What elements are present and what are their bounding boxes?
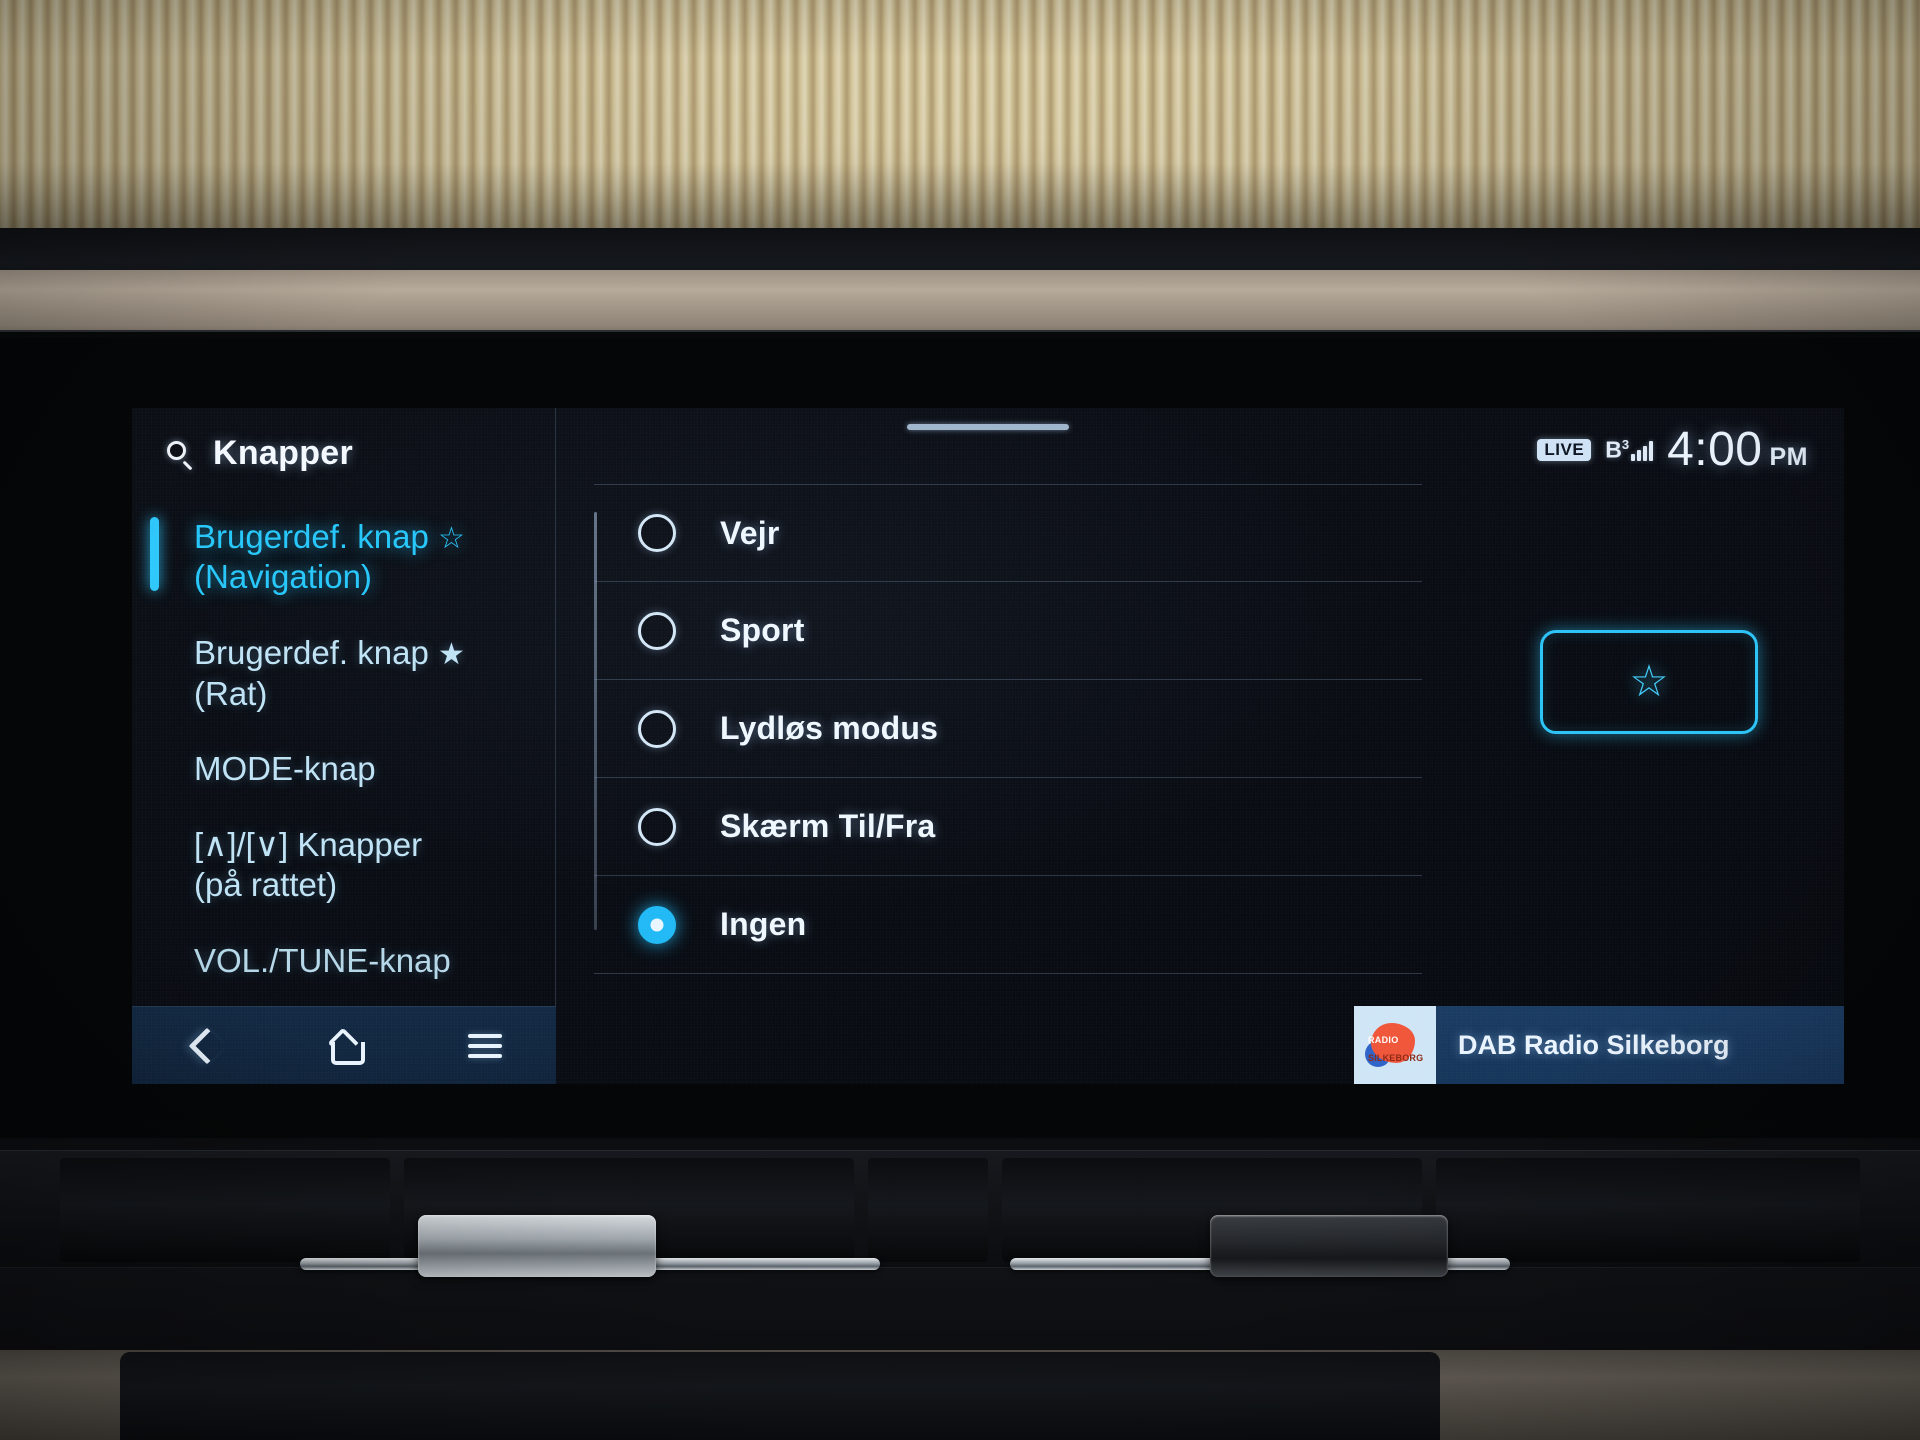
star-outline-icon: ☆ <box>438 522 465 555</box>
option-label: Lydløs modus <box>720 710 939 746</box>
now-playing-bar[interactable]: RADIO SILKEBORG DAB Radio Silkeborg <box>1354 1006 1844 1084</box>
custom-key-preview[interactable]: ☆ <box>1540 630 1758 734</box>
clock-meridiem: PM <box>1769 443 1808 471</box>
star-filled-icon: ★ <box>438 638 465 672</box>
home-button[interactable] <box>309 1018 379 1074</box>
radio-button[interactable] <box>638 514 676 552</box>
vent-control-left[interactable] <box>418 1215 656 1277</box>
sidebar-item-sublabel: (på rattet) <box>194 866 338 904</box>
left-panel: Knapper Brugerdef. knap ☆ (Navigation) B… <box>132 408 556 1084</box>
clock: 4:00 PM <box>1667 423 1808 476</box>
search-icon <box>166 440 194 470</box>
back-icon <box>188 1027 226 1064</box>
bluetooth-icon: B3 <box>1605 436 1630 463</box>
option-label: Sport <box>720 612 805 648</box>
radio-button-selected[interactable] <box>638 905 676 944</box>
station-logo-primary-text: RADIO <box>1368 1035 1399 1045</box>
radio-button[interactable] <box>638 709 676 748</box>
console-lower-inset <box>120 1352 1440 1440</box>
infotainment-screen: LIVE B3 4:00 PM Knapper Brugerdef. knap … <box>132 408 1844 1084</box>
search-row[interactable]: Knapper <box>166 434 353 473</box>
sidebar-item-label: Brugerdef. knap <box>194 634 429 672</box>
status-bar: LIVE B3 4:00 PM <box>1537 426 1808 474</box>
menu-button[interactable] <box>450 1018 520 1074</box>
radio-button[interactable] <box>638 611 676 650</box>
star-outline-icon: ☆ <box>1629 657 1669 706</box>
signal-bars-icon <box>1631 440 1654 461</box>
option-row-sport[interactable]: Sport <box>594 582 1422 680</box>
page-title: Knapper <box>213 434 354 472</box>
sidebar-menu: Brugerdef. knap ☆ (Navigation) Brugerdef… <box>132 508 555 1008</box>
live-badge: LIVE <box>1537 439 1592 461</box>
options-list: Vejr Sport Lydløs modus Skærm Til/Fra In… <box>594 484 1422 974</box>
bottom-nav-bar <box>132 1006 556 1084</box>
sidebar-item-sublabel: (Rat) <box>194 674 268 712</box>
option-label: Skærm Til/Fra <box>720 808 936 844</box>
sidebar-item-label: [∧]/[∨] Knapper <box>194 826 423 864</box>
sidebar-item-sublabel: (Navigation) <box>194 558 372 596</box>
option-label: Vejr <box>720 514 780 551</box>
option-row-vejr[interactable]: Vejr <box>594 484 1422 582</box>
sidebar-item-label: MODE-knap <box>194 750 376 788</box>
menu-icon <box>468 1033 503 1058</box>
air-vent-left <box>60 1158 390 1262</box>
station-logo-secondary-text: SILKEBORG <box>1368 1053 1424 1063</box>
option-row-lydloes-modus[interactable]: Lydløs modus <box>594 680 1422 778</box>
signal-indicator: B3 <box>1605 436 1654 463</box>
option-row-ingen[interactable]: Ingen <box>594 876 1422 974</box>
air-vent-right <box>1436 1158 1860 1262</box>
sidebar-item-brugerdef-knap-rat[interactable]: Brugerdef. knap ★ (Rat) <box>132 624 555 722</box>
radio-button[interactable] <box>638 807 676 846</box>
sidebar-item-brugerdef-knap-navigation[interactable]: Brugerdef. knap ☆ (Navigation) <box>132 508 555 606</box>
station-logo: RADIO SILKEBORG <box>1354 1006 1436 1084</box>
air-vent-center <box>868 1158 988 1262</box>
now-playing-title: DAB Radio Silkeborg <box>1458 1029 1730 1060</box>
background-wall-shadow <box>0 0 1920 232</box>
sidebar-item-mode-knap[interactable]: MODE-knap <box>132 740 555 798</box>
vent-control-right[interactable] <box>1210 1215 1448 1277</box>
home-icon <box>327 1031 365 1065</box>
dashboard-photo: LIVE B3 4:00 PM Knapper Brugerdef. knap … <box>0 0 1920 1440</box>
sidebar-item-label: VOL./TUNE-knap <box>194 942 451 980</box>
option-row-skaerm-til-fra[interactable]: Skærm Til/Fra <box>594 778 1422 876</box>
drag-handle[interactable] <box>907 424 1069 430</box>
option-label: Ingen <box>720 906 807 942</box>
back-button[interactable] <box>168 1018 238 1074</box>
sidebar-item-vol-tune-knap[interactable]: VOL./TUNE-knap <box>132 932 555 990</box>
sidebar-item-updown-knapper[interactable]: [∧]/[∨] Knapper (på rattet) <box>132 816 555 914</box>
sidebar-item-label: Brugerdef. knap <box>194 518 429 555</box>
